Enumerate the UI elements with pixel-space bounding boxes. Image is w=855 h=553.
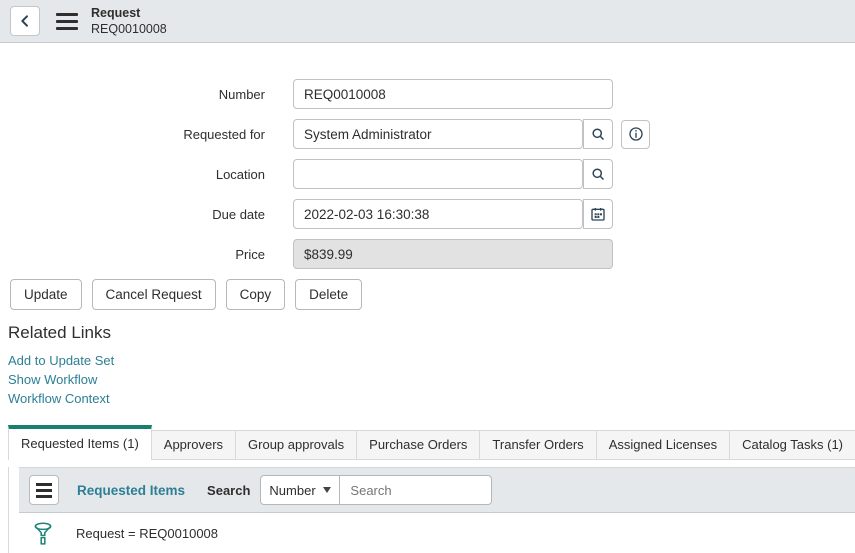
- requested-for-preview-button[interactable]: [621, 119, 650, 149]
- requested-for-input[interactable]: [293, 119, 583, 149]
- tab-purchase-orders[interactable]: Purchase Orders: [356, 430, 481, 459]
- info-icon: [628, 126, 644, 142]
- location-lookup-button[interactable]: [583, 159, 613, 189]
- copy-button[interactable]: Copy: [225, 279, 286, 310]
- list-title[interactable]: Requested Items: [77, 483, 185, 498]
- chevron-left-icon: [17, 13, 33, 29]
- field-row-due-date: Due date: [0, 199, 855, 229]
- link-workflow-context[interactable]: Workflow Context: [8, 389, 855, 408]
- form-context-menu-icon[interactable]: [56, 12, 78, 30]
- update-button[interactable]: Update: [10, 279, 82, 310]
- requested-for-label: Requested for: [183, 126, 265, 142]
- tab-assigned-licenses[interactable]: Assigned Licenses: [595, 430, 731, 459]
- list-filter-row: Request = REQ0010008: [9, 522, 855, 546]
- back-button[interactable]: [10, 6, 40, 36]
- tab-transfer-orders[interactable]: Transfer Orders: [479, 430, 597, 459]
- list-search-input[interactable]: [339, 475, 493, 505]
- link-add-to-update-set[interactable]: Add to Update Set: [8, 351, 855, 370]
- search-icon: [591, 167, 606, 182]
- form-action-buttons: Update Cancel Request Copy Delete: [10, 279, 855, 310]
- requested-items-panel: Requested Items Search Number Request = …: [8, 467, 855, 553]
- related-links-section: Related Links Add to Update Set Show Wor…: [8, 323, 855, 408]
- list-context-menu-button[interactable]: [29, 475, 59, 505]
- filter-funnel-icon[interactable]: [34, 522, 52, 546]
- tab-approvers[interactable]: Approvers: [150, 430, 237, 459]
- record-number: REQ0010008: [91, 22, 167, 36]
- form-header-bar: Request REQ0010008: [0, 0, 855, 43]
- location-label: Location: [215, 166, 265, 182]
- delete-button[interactable]: Delete: [295, 279, 363, 310]
- related-links-title: Related Links: [8, 323, 112, 342]
- location-input[interactable]: [293, 159, 583, 189]
- list-header: Requested Items Search Number: [19, 467, 855, 513]
- list-search-label: Search: [207, 482, 251, 498]
- due-date-input[interactable]: [293, 199, 583, 229]
- page-title: Request: [91, 5, 141, 20]
- search-field-value: Number: [269, 482, 316, 498]
- list-filter-condition[interactable]: Request = REQ0010008: [76, 526, 218, 541]
- due-date-picker-button[interactable]: [583, 199, 613, 229]
- due-date-label: Due date: [212, 206, 265, 222]
- field-row-number: Number: [0, 79, 855, 109]
- tab-group-approvals[interactable]: Group approvals: [235, 430, 358, 459]
- field-row-requested-for: Requested for: [0, 119, 855, 149]
- number-label: Number: [218, 86, 265, 102]
- tab-requested-items[interactable]: Requested Items (1): [8, 425, 152, 460]
- number-input[interactable]: [293, 79, 613, 109]
- field-row-price: Price: [0, 239, 855, 269]
- search-field-select[interactable]: Number: [260, 475, 341, 505]
- related-lists-tabs: Requested Items (1) Approvers Group appr…: [8, 425, 855, 553]
- tab-catalog-tasks[interactable]: Catalog Tasks (1): [729, 430, 855, 459]
- field-row-location: Location: [0, 159, 855, 189]
- tab-strip: Requested Items (1) Approvers Group appr…: [8, 425, 855, 460]
- search-icon: [591, 127, 606, 142]
- price-input: [293, 239, 613, 269]
- request-form: Number Requested for Location: [0, 43, 855, 269]
- calendar-icon: [590, 206, 606, 222]
- caret-down-icon: [323, 487, 332, 493]
- price-label: Price: [235, 246, 265, 262]
- requested-for-lookup-button[interactable]: [583, 119, 613, 149]
- cancel-request-button[interactable]: Cancel Request: [91, 279, 216, 310]
- link-show-workflow[interactable]: Show Workflow: [8, 370, 855, 389]
